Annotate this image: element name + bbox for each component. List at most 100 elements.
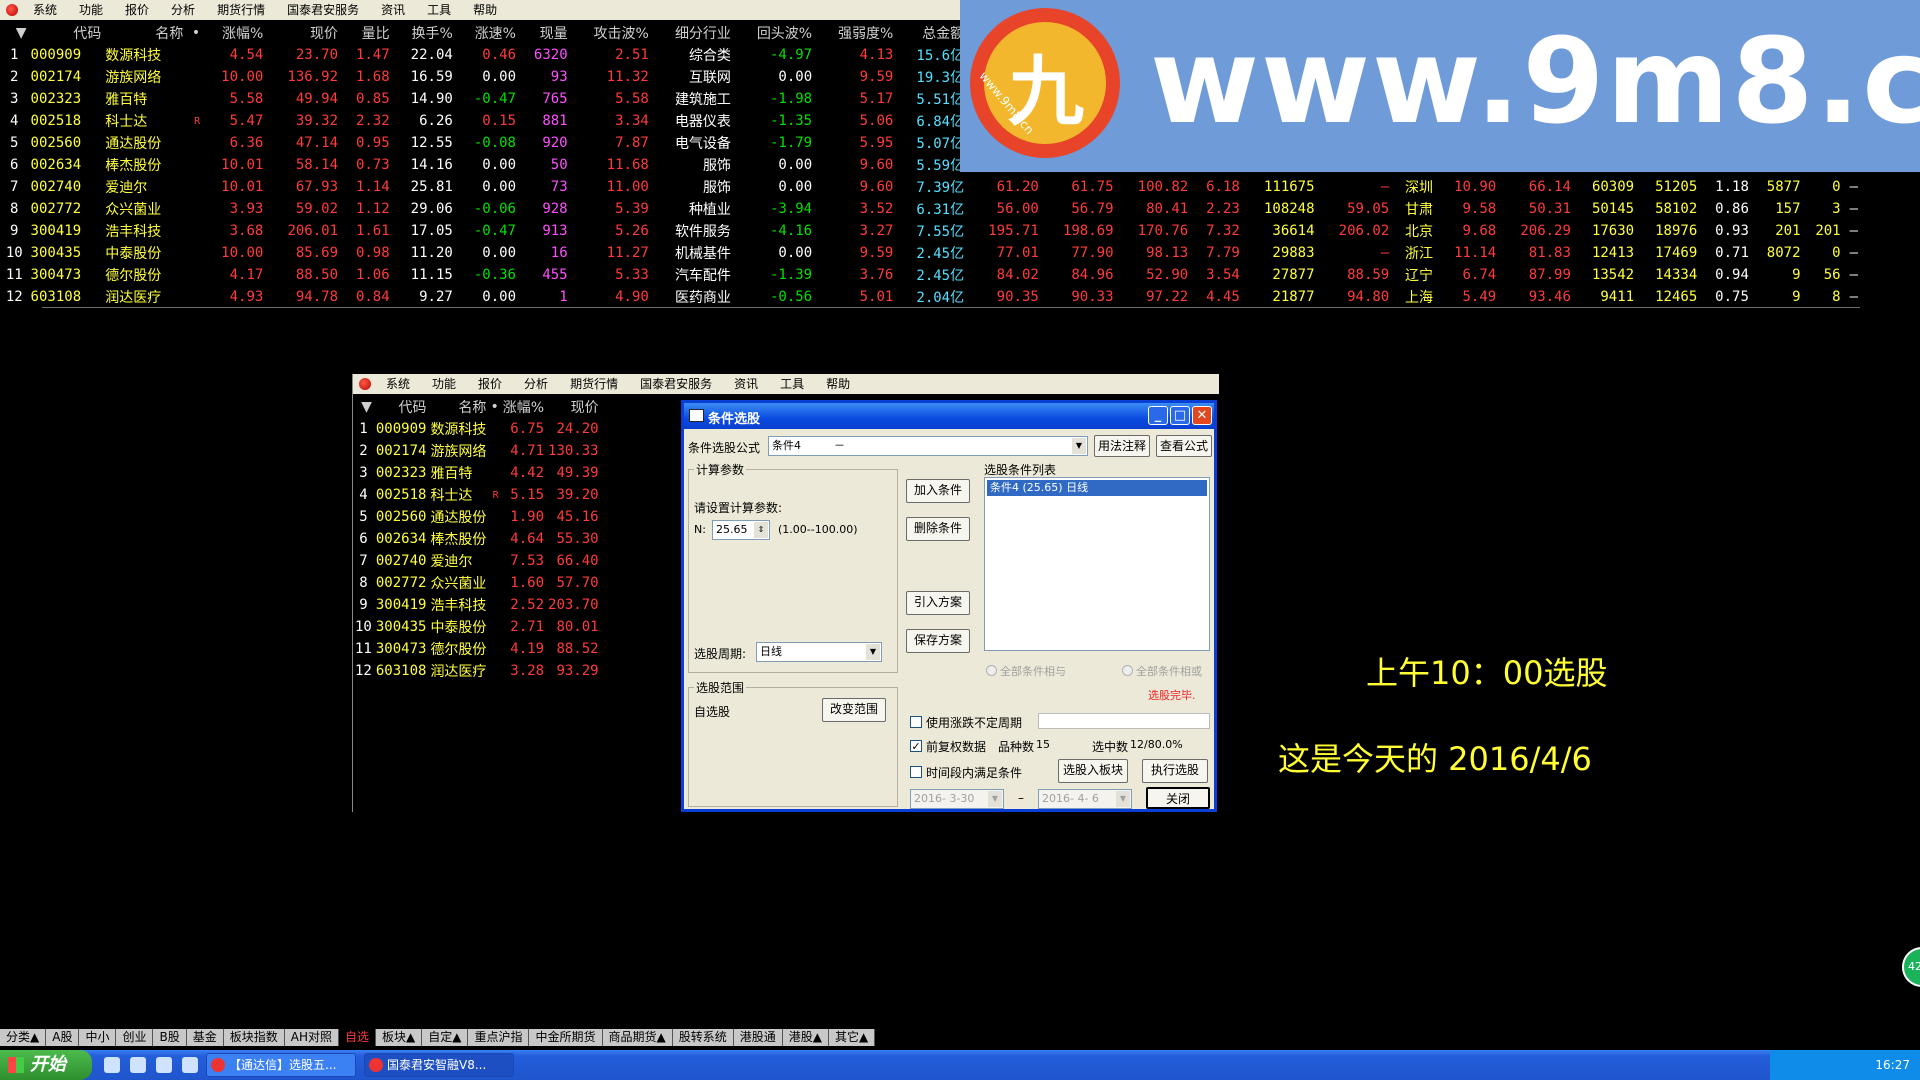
media-icon[interactable] bbox=[156, 1057, 172, 1073]
add-condition-button[interactable]: 加入条件 bbox=[906, 479, 970, 503]
column-header[interactable]: 量比 bbox=[340, 22, 392, 44]
column-header[interactable]: 换手% bbox=[392, 22, 455, 44]
market-tab[interactable]: B股 bbox=[153, 1029, 187, 1046]
menu-item[interactable]: 报价 bbox=[114, 0, 160, 20]
table-row[interactable]: 12 603108 润达医疗 3.28 93.29 bbox=[353, 660, 601, 682]
menu-item[interactable]: 国泰君安服务 bbox=[276, 0, 370, 20]
taskbar-task[interactable]: 【通达信】选股五... bbox=[206, 1053, 356, 1077]
minimize-button[interactable]: _ bbox=[1148, 406, 1168, 425]
market-tab[interactable]: 板块指数 bbox=[223, 1029, 285, 1046]
market-tab[interactable]: 其它▲ bbox=[829, 1029, 876, 1046]
market-tab[interactable]: AH对照 bbox=[284, 1029, 339, 1046]
column-header[interactable]: 涨幅% bbox=[501, 396, 546, 418]
menu-item[interactable]: 工具 bbox=[416, 0, 462, 20]
list-item[interactable]: 条件4 (25.65) 日线 bbox=[987, 480, 1207, 496]
formula-select[interactable]: 条件4 － ▼ bbox=[768, 436, 1088, 456]
period-select[interactable]: 日线 ▼ bbox=[756, 642, 882, 662]
column-header[interactable]: 现价 bbox=[265, 22, 340, 44]
close-button[interactable]: 关闭 bbox=[1146, 787, 1210, 809]
radio-and[interactable] bbox=[986, 665, 997, 676]
market-tab[interactable]: 股转系统 bbox=[672, 1029, 734, 1046]
menu-item[interactable]: 工具 bbox=[769, 374, 815, 394]
market-tab[interactable]: 中金所期货 bbox=[529, 1029, 603, 1046]
column-header[interactable]: 现价 bbox=[546, 396, 601, 418]
taskbar-task[interactable]: 国泰君安智融V8... bbox=[364, 1053, 514, 1077]
radio-or[interactable] bbox=[1122, 665, 1133, 676]
menu-item[interactable]: 资讯 bbox=[723, 374, 769, 394]
time-range-checkbox[interactable] bbox=[910, 766, 922, 778]
column-header[interactable]: 回头波% bbox=[733, 22, 814, 44]
table-row[interactable]: 3 002323 雅百特 4.42 49.39 bbox=[353, 462, 601, 484]
column-header[interactable]: ▼ bbox=[353, 396, 374, 418]
maximize-button[interactable]: □ bbox=[1170, 406, 1190, 425]
chevron-down-icon[interactable]: ▼ bbox=[988, 791, 1002, 807]
column-header[interactable]: 细分行业 bbox=[651, 22, 733, 44]
market-tab[interactable]: 创业 bbox=[116, 1029, 154, 1046]
table-row[interactable]: 6 002634 棒杰股份 4.64 55.30 bbox=[353, 528, 601, 550]
save-scheme-button[interactable]: 保存方案 bbox=[906, 629, 970, 653]
chevron-down-icon[interactable]: ▼ bbox=[866, 644, 880, 660]
app-shortcut-icon[interactable] bbox=[130, 1057, 146, 1073]
table-row[interactable]: 10 300435 中泰股份 2.71 80.01 bbox=[353, 616, 601, 638]
view-formula-button[interactable]: 查看公式 bbox=[1156, 435, 1212, 457]
column-header[interactable]: 名称 bbox=[428, 396, 488, 418]
column-header[interactable]: 涨速% bbox=[455, 22, 518, 44]
menu-item[interactable]: 报价 bbox=[467, 374, 513, 394]
menu-item[interactable]: 系统 bbox=[22, 0, 68, 20]
to-block-button[interactable]: 选股入板块 bbox=[1058, 759, 1128, 783]
spin-arrows-icon[interactable]: ⇕ bbox=[754, 522, 768, 538]
column-header[interactable]: 现量 bbox=[518, 22, 570, 44]
app-icon[interactable] bbox=[359, 378, 371, 390]
column-header[interactable]: • bbox=[488, 396, 500, 418]
table-row[interactable]: 12 603108 润达医疗 4.93 94.78 0.84 9.27 0.00 1 4.90 医药… bbox=[0, 286, 1860, 308]
column-header[interactable]: ▼ bbox=[0, 22, 29, 44]
market-tab[interactable]: A股 bbox=[46, 1029, 80, 1046]
menu-item[interactable]: 帮助 bbox=[815, 374, 861, 394]
close-x-button[interactable]: ✕ bbox=[1192, 406, 1212, 425]
market-tab[interactable]: 中小 bbox=[79, 1029, 117, 1046]
usage-notes-button[interactable]: 用法注释 bbox=[1094, 435, 1150, 457]
column-header[interactable]: 攻击波% bbox=[570, 22, 651, 44]
column-header[interactable]: 代码 bbox=[29, 22, 104, 44]
condition-list[interactable]: 条件4 (25.65) 日线 bbox=[984, 477, 1210, 651]
column-header[interactable]: 代码 bbox=[374, 396, 429, 418]
date-from-field[interactable]: 2016- 3-30 ▼ bbox=[910, 789, 1004, 809]
date-to-field[interactable]: 2016- 4- 6 ▼ bbox=[1038, 789, 1132, 809]
column-header[interactable]: 强弱度% bbox=[814, 22, 895, 44]
table-row[interactable]: 1 000909 数源科技 6.75 24.20 bbox=[353, 418, 601, 440]
column-header[interactable]: 涨幅% bbox=[202, 22, 265, 44]
market-tab[interactable]: 港股通 bbox=[733, 1029, 783, 1046]
floating-assistant-button[interactable]: 42 bbox=[1902, 947, 1920, 987]
table-row[interactable]: 11 300473 德尔股份 4.17 88.50 1.06 11.15 -0.36 455 5.… bbox=[0, 264, 1860, 286]
menu-item[interactable]: 功能 bbox=[68, 0, 114, 20]
menu-item[interactable]: 分析 bbox=[513, 374, 559, 394]
import-scheme-button[interactable]: 引入方案 bbox=[906, 591, 970, 615]
menu-item[interactable]: 资讯 bbox=[370, 0, 416, 20]
menu-item[interactable]: 期货行情 bbox=[559, 374, 629, 394]
market-tab[interactable]: 自定▲ bbox=[422, 1029, 469, 1046]
table-row[interactable]: 2 002174 游族网络 4.71 130.33 bbox=[353, 440, 601, 462]
table-row[interactable]: 9 300419 浩丰科技 2.52 203.70 bbox=[353, 594, 601, 616]
table-row[interactable]: 4 002518 科士达 R 5.15 39.20 bbox=[353, 484, 601, 506]
table-row[interactable]: 10 300435 中泰股份 10.00 85.69 0.98 11.20 0.00 16 11.… bbox=[0, 242, 1860, 264]
market-tab[interactable]: 商品期货▲ bbox=[602, 1029, 673, 1046]
menu-item[interactable]: 期货行情 bbox=[206, 0, 276, 20]
n-spinbox[interactable]: 25.65 ⇕ bbox=[712, 520, 770, 540]
market-tab[interactable]: 分类▲ bbox=[0, 1029, 47, 1046]
column-header[interactable]: • bbox=[185, 22, 202, 44]
chevron-down-icon[interactable]: ▼ bbox=[1116, 791, 1130, 807]
table-row[interactable]: 11 300473 德尔股份 4.19 88.52 bbox=[353, 638, 601, 660]
desktop-icon[interactable] bbox=[182, 1057, 198, 1073]
menu-item[interactable]: 国泰君安服务 bbox=[629, 374, 723, 394]
table-row[interactable]: 8 002772 众兴菌业 3.93 59.02 1.12 29.06 -0.06 928 5.3… bbox=[0, 198, 1860, 220]
column-header[interactable]: 名称 bbox=[103, 22, 185, 44]
menu-item[interactable]: 分析 bbox=[160, 0, 206, 20]
table-row[interactable]: 8 002772 众兴菌业 1.60 57.70 bbox=[353, 572, 601, 594]
app-icon[interactable] bbox=[6, 4, 18, 16]
change-range-button[interactable]: 改变范围 bbox=[822, 698, 886, 722]
menu-item[interactable]: 功能 bbox=[421, 374, 467, 394]
browser-icon[interactable] bbox=[104, 1057, 120, 1073]
market-tab[interactable]: 重点沪指 bbox=[468, 1029, 530, 1046]
chevron-down-icon[interactable]: ▼ bbox=[1072, 438, 1086, 454]
market-tab[interactable]: 自选 bbox=[338, 1029, 376, 1046]
